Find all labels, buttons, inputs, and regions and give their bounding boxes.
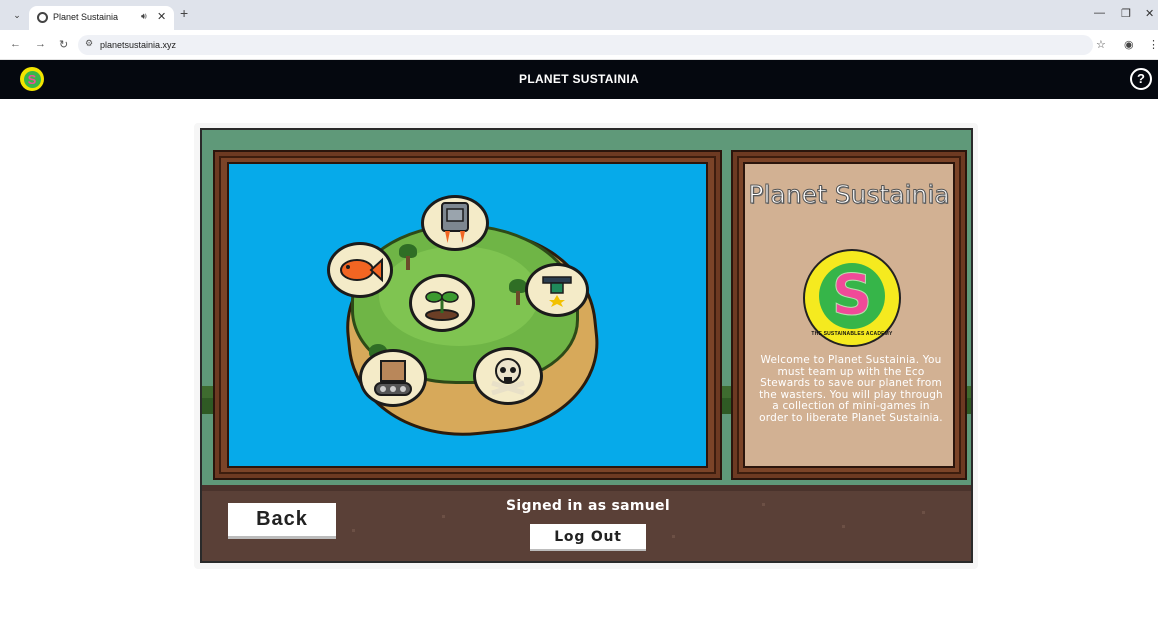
browser-tab-bar: ⌄ Planet Sustainia 🔊︎ ✕ + — ❐ ✕ <box>0 0 1158 30</box>
url-text: planetsustainia.xyz <box>100 40 177 50</box>
forward-icon[interactable]: → <box>35 38 46 50</box>
page-title: PLANET SUSTAINIA <box>519 72 639 86</box>
sustainables-logo-icon[interactable]: S <box>20 67 44 91</box>
site-info-icon[interactable]: ⚙︎ <box>85 38 93 49</box>
info-title: Planet Sustainia <box>748 180 950 210</box>
wasters-level-node[interactable] <box>473 347 543 405</box>
academy-logo-ring-text: THE SUSTAINABLES ACADEMY <box>811 331 893 337</box>
close-icon[interactable]: ✕ <box>157 10 166 23</box>
map-panel <box>213 150 722 480</box>
star-icon[interactable]: ☆ <box>1096 38 1106 51</box>
academy-logo-center: S <box>819 263 885 329</box>
info-description: Welcome to Planet Sustainia. You must te… <box>759 354 943 424</box>
logout-button[interactable]: Log Out <box>530 524 646 551</box>
recycling-conveyor-level-node[interactable] <box>359 349 427 407</box>
speaker-icon[interactable]: 🔊︎ <box>141 11 147 22</box>
game-canvas: Planet Sustainia S THE SUSTAINABLES ACAD… <box>200 128 973 563</box>
drone-icon <box>542 276 572 307</box>
info-card: Planet Sustainia S THE SUSTAINABLES ACAD… <box>743 162 955 468</box>
drone-level-node[interactable] <box>525 263 589 317</box>
academy-logo-letter: S <box>831 263 873 329</box>
world-map <box>227 162 708 468</box>
minimize-icon[interactable]: — <box>1094 7 1105 19</box>
seedling-icon <box>425 291 459 321</box>
profile-icon[interactable]: ◉ <box>1124 38 1134 51</box>
globe-icon <box>37 12 48 23</box>
skull-crossbones-icon <box>491 358 525 395</box>
back-icon[interactable]: ← <box>10 38 21 50</box>
app-header: PLANET SUSTAINIA S ? <box>0 60 1158 99</box>
jetpack-level-node[interactable] <box>421 195 489 251</box>
browser-tab[interactable]: Planet Sustainia 🔊︎ ✕ <box>29 6 174 30</box>
back-button[interactable]: Back <box>228 503 336 539</box>
cardboard-box-conveyor-icon <box>374 360 412 396</box>
address-bar: ← → ↻ ⚙︎ planetsustainia.xyz ☆ ◉ ⋮ <box>0 30 1158 60</box>
signed-in-status: Signed in as samuel <box>506 498 670 514</box>
close-window-icon[interactable]: ✕ <box>1145 7 1154 20</box>
jetpack-icon <box>441 202 469 243</box>
info-panel: Planet Sustainia S THE SUSTAINABLES ACAD… <box>731 150 967 480</box>
url-input[interactable]: ⚙︎ planetsustainia.xyz <box>78 35 1093 55</box>
reload-icon[interactable]: ↻ <box>59 38 68 51</box>
plus-icon[interactable]: + <box>180 6 188 20</box>
tab-title: Planet Sustainia <box>53 12 119 22</box>
logo-letter: S <box>23 70 41 88</box>
tab-menu-icon[interactable]: ⌄ <box>9 7 25 23</box>
sustainables-academy-logo: S THE SUSTAINABLES ACADEMY <box>803 249 901 347</box>
fish-level-node[interactable] <box>327 242 393 298</box>
help-button[interactable]: ? <box>1130 68 1152 90</box>
fish-icon <box>340 257 383 283</box>
restore-icon[interactable]: ❐ <box>1121 7 1131 20</box>
menu-dots-icon[interactable]: ⋮ <box>1148 38 1158 51</box>
tree-icon <box>399 244 417 270</box>
seedling-level-node[interactable] <box>409 274 475 332</box>
